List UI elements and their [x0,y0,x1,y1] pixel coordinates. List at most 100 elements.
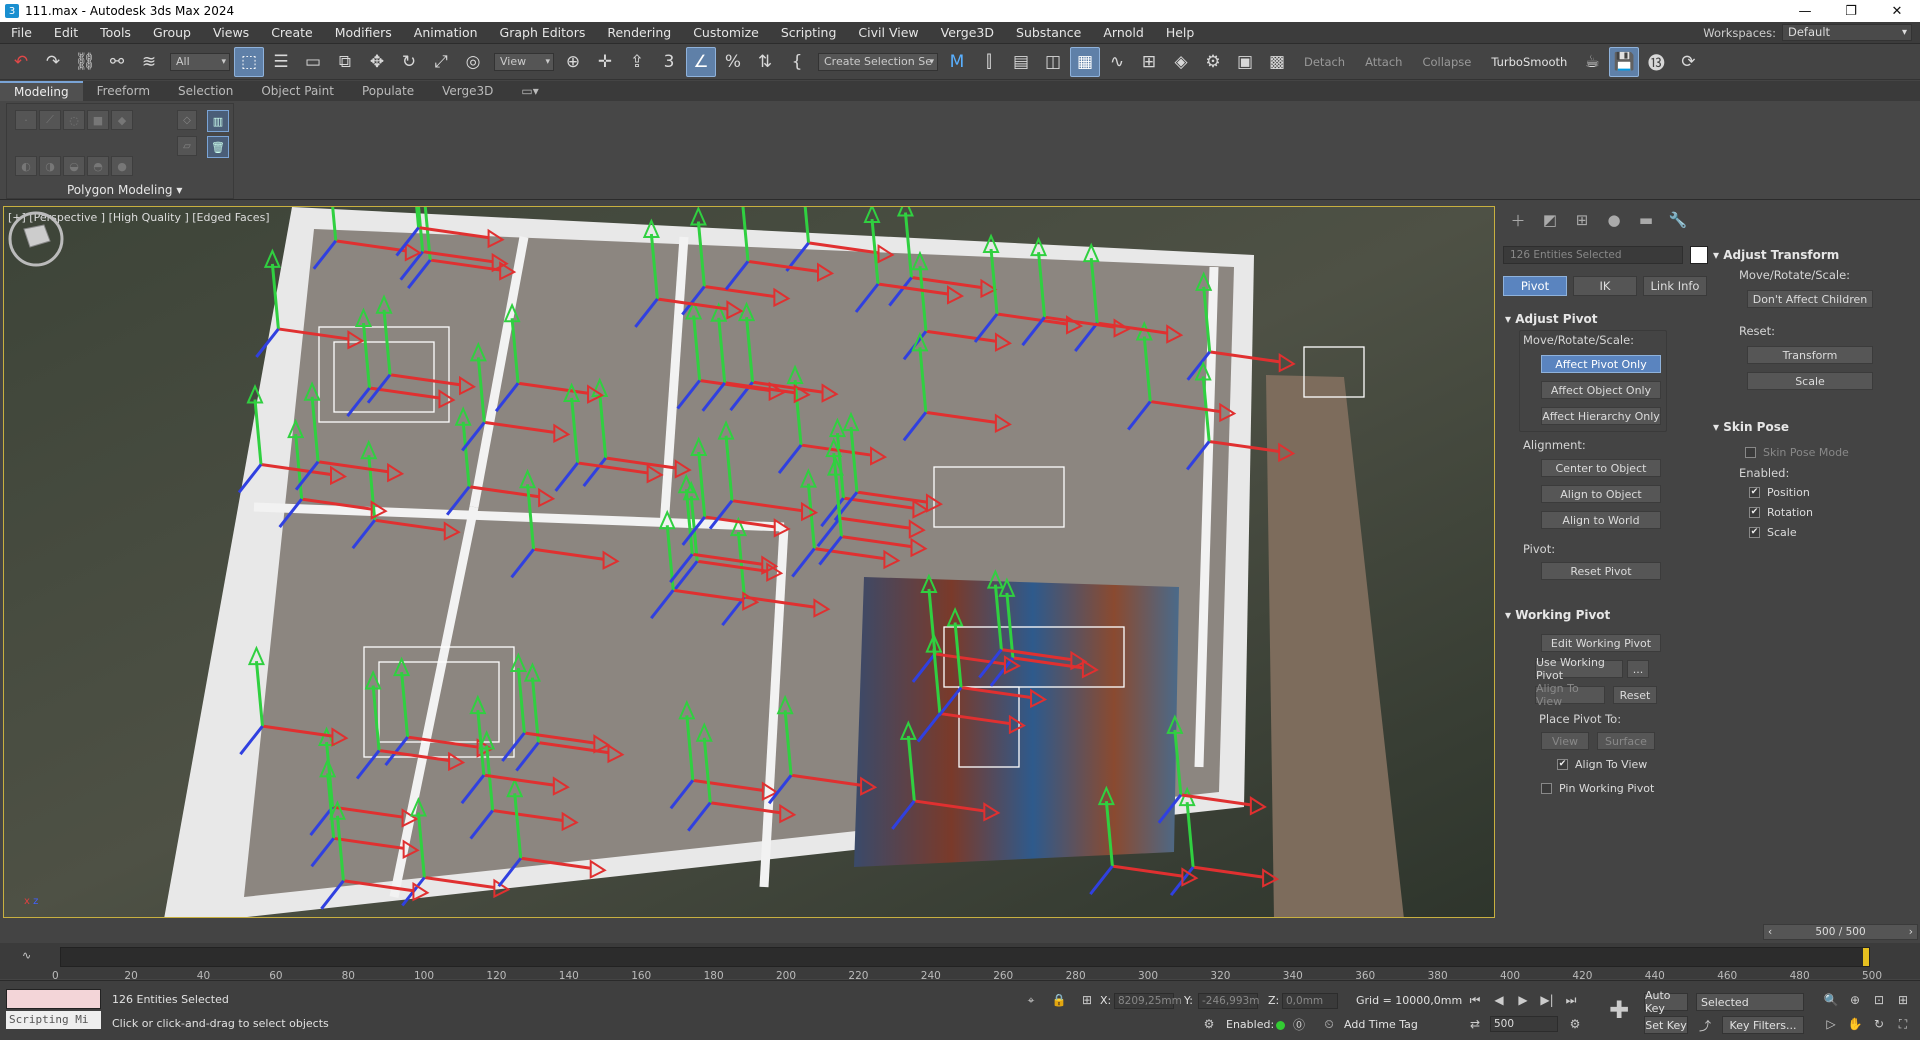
create-tab-icon[interactable]: ＋ [1507,210,1529,230]
render-setup-icon[interactable]: ⚙ [1198,47,1228,77]
ribbon-options-icon[interactable]: ▭▾ [507,81,552,101]
select-object-icon[interactable]: ⬚ [234,46,264,77]
lock-selection-icon[interactable]: 🔒 [1050,991,1068,1009]
turbosmooth-button[interactable]: TurboSmooth [1491,55,1567,69]
ik-tab[interactable]: IK [1573,276,1637,296]
play-icon[interactable]: ▶ [1514,991,1532,1009]
zoom-extents-icon[interactable]: ⊡ [1870,991,1888,1009]
adaptive-degradation-icon[interactable]: ⚙ [1200,1015,1218,1033]
polygon-icon[interactable]: ■ [87,110,109,130]
collapse-button[interactable]: Collapse [1422,55,1471,69]
zoom-extents-all-icon[interactable]: ⊞ [1894,991,1912,1009]
rotate-icon[interactable]: ↻ [394,47,424,77]
polygon-modeling-label[interactable]: Polygon Modeling ▾ [67,183,182,197]
time-config-icon[interactable]: ⚙ [1566,1015,1584,1033]
tab-modeling[interactable]: Modeling [0,81,83,101]
render-icon[interactable]: ▩ [1262,47,1292,77]
enabled-toggle-icon[interactable]: ⓪ [1290,1015,1308,1033]
selection-filter-dropdown[interactable]: All [170,52,230,71]
unlink-icon[interactable]: ⚯ [102,47,132,77]
select-by-name-icon[interactable]: ☰ [266,47,296,77]
menu-tools[interactable]: Tools [89,25,142,40]
ribbon-toggle-icon[interactable]: ▦ [1070,46,1100,77]
material-editor-icon[interactable]: ◈ [1166,47,1196,77]
reset-pivot-button[interactable]: Reset Pivot [1541,562,1661,580]
tab-verge3d[interactable]: Verge3D [428,81,507,101]
next-frame-icon[interactable]: › [1909,926,1913,938]
tab-selection[interactable]: Selection [164,81,247,101]
menu-customize[interactable]: Customize [682,25,770,40]
playhead[interactable] [1863,948,1869,966]
align-to-view-button[interactable]: Align To View [1535,682,1605,708]
modify-mode-icon[interactable]: ◐ [15,156,37,176]
current-frame-field[interactable]: 500 [1490,1016,1558,1032]
next-key-icon[interactable]: ▶| [1538,991,1556,1009]
menu-arnold[interactable]: Arnold [1092,25,1154,40]
pivot-tab[interactable]: Pivot [1503,276,1567,296]
viewcube-icon[interactable] [4,207,68,271]
move-icon[interactable]: ✥ [362,47,392,77]
set-key-button[interactable]: Set Key [1644,1016,1688,1034]
y-coordinate-field[interactable]: -246,993m [1198,993,1259,1009]
close-icon[interactable]: ✕ [1874,0,1920,22]
fov-icon[interactable]: ▷ [1822,1015,1840,1033]
reset-working-pivot-button[interactable]: Reset [1613,686,1657,704]
selection-name-field[interactable]: 126 Entities Selected [1503,246,1683,264]
curve-editor-mini-icon[interactable]: ∿ [22,949,31,962]
skin-rotation-checkbox[interactable]: ✔ Rotation [1749,506,1813,519]
align-to-object-button[interactable]: Align to Object [1541,485,1661,503]
modify-tab-icon[interactable]: ◩ [1539,210,1561,230]
place-view-button[interactable]: View [1541,732,1589,750]
maxscript-mini[interactable]: Scripting Mi [6,1011,101,1029]
tab-freeform[interactable]: Freeform [83,81,164,101]
undo-icon[interactable]: ↶ [6,47,36,77]
pin-working-pivot-checkbox[interactable]: Pin Working Pivot [1541,782,1654,795]
isolate-icon[interactable]: ⌖ [1022,991,1040,1009]
menu-scripting[interactable]: Scripting [770,25,848,40]
help-icon[interactable]: ⟳ [1673,47,1703,77]
affect-hierarchy-only-button[interactable]: Affect Hierarchy Only [1541,407,1661,425]
quick-render-icon[interactable]: ☕ [1577,47,1607,77]
skin-pose-rollout[interactable]: ▾ Skin Pose [1713,420,1789,434]
motion-tab-icon[interactable]: ● [1603,210,1625,230]
menu-substance[interactable]: Substance [1005,25,1092,40]
menu-rendering[interactable]: Rendering [596,25,682,40]
rendered-frame-icon[interactable]: ▣ [1230,47,1260,77]
menu-graph-editors[interactable]: Graph Editors [489,25,597,40]
menu-verge3d[interactable]: Verge3D [930,25,1005,40]
edge-icon[interactable]: ⟋ [39,110,61,130]
add-time-tag-button[interactable]: Add Time Tag [1344,1018,1418,1031]
redo-icon[interactable]: ↷ [38,47,68,77]
perspective-viewport[interactable]: [+] [Perspective ] [High Quality ] [Edge… [3,206,1495,918]
reset-transform-button[interactable]: Transform [1747,346,1873,364]
preserve-uv-icon[interactable]: ◑ [39,156,61,176]
key-filters-button[interactable]: Key Filters... [1722,1016,1804,1034]
align-icon[interactable]: ⫿ [974,47,1004,77]
attach-button[interactable]: Attach [1365,55,1402,69]
maximize-icon[interactable]: ❐ [1828,0,1874,22]
affect-pivot-only-button[interactable]: Affect Pivot Only [1541,355,1661,373]
percent-snap-icon[interactable]: % [718,47,748,77]
time-tag-icon[interactable]: ⏲ [1320,1015,1338,1033]
menu-group[interactable]: Group [142,25,202,40]
maximize-viewport-icon[interactable]: ⛶ [1894,1015,1912,1033]
goto-end-icon[interactable]: ⏭ [1562,991,1580,1009]
save-icon[interactable]: 💾 [1609,46,1640,77]
spinner-snap-icon[interactable]: ⇅ [750,47,780,77]
use-soft-selection-icon[interactable]: ◇ [177,110,197,130]
workspace-dropdown[interactable]: Default [1782,24,1912,41]
tab-object-paint[interactable]: Object Paint [247,81,348,101]
orbit-icon[interactable]: ↻ [1870,1015,1888,1033]
menu-animation[interactable]: Animation [403,25,489,40]
delete-modifier-icon[interactable]: 🗑 [207,136,229,158]
edit-named-selection-icon[interactable]: { [782,47,812,77]
auto-key-button[interactable]: Auto Key [1644,989,1688,1015]
track-bar[interactable] [60,947,1870,967]
use-working-pivot-button[interactable]: Use Working Pivot [1535,656,1623,682]
vertex-icon[interactable]: · [15,110,37,130]
adjust-pivot-rollout[interactable]: ▾ Adjust Pivot [1505,312,1598,326]
utilities-tab-icon[interactable]: 🔧 [1667,210,1689,230]
place-surface-button[interactable]: Surface [1597,732,1655,750]
skin-pose-mode-checkbox[interactable]: Skin Pose Mode [1745,446,1849,459]
pan-icon[interactable]: ✋ [1846,1015,1864,1033]
